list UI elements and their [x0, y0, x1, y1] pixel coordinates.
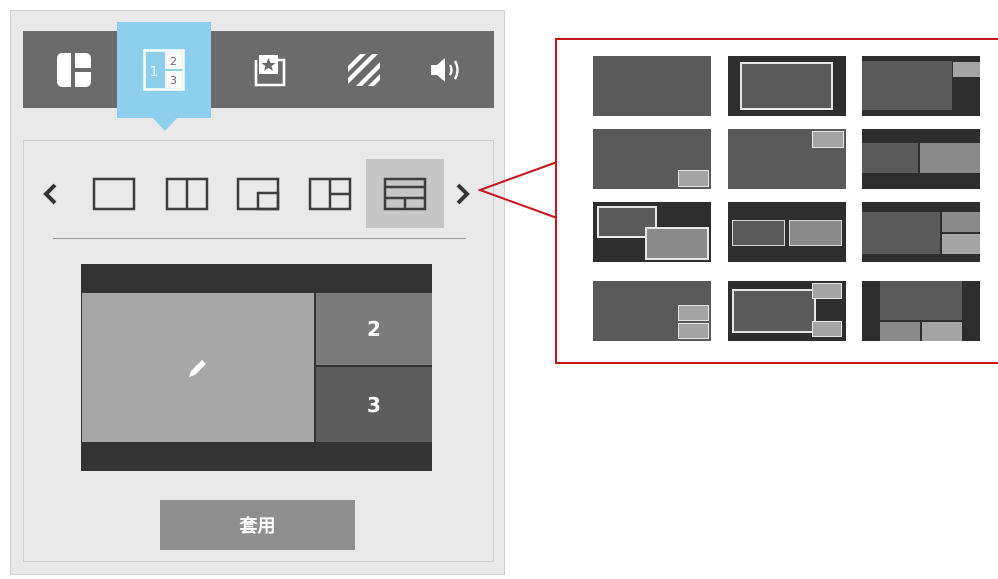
- layout-option-one-plus-two[interactable]: [308, 175, 352, 213]
- layout-single-icon: [92, 177, 136, 211]
- tab-pointer-caret: [152, 117, 178, 131]
- layout-option-picture-in-picture[interactable]: [236, 175, 280, 213]
- tab-layout-grid[interactable]: [36, 31, 112, 108]
- preview-cell-2[interactable]: 2: [316, 293, 432, 365]
- layout-template-thumb[interactable]: [728, 281, 846, 341]
- svg-text:3: 3: [170, 74, 177, 87]
- layout-banded-icon: [383, 177, 427, 211]
- layout-template-thumb[interactable]: [728, 129, 846, 189]
- sticker-star-icon: [254, 54, 286, 86]
- stripes-icon: [348, 53, 380, 86]
- tab-audio[interactable]: [410, 31, 486, 108]
- layout-template-thumb[interactable]: [593, 202, 711, 262]
- cell-2-label: 2: [367, 317, 381, 341]
- preview-cell-main[interactable]: [82, 293, 314, 442]
- layout-template-thumb[interactable]: [728, 56, 846, 116]
- speaker-icon: [431, 57, 459, 82]
- tab-sticker[interactable]: [232, 31, 308, 108]
- layout-pip-icon: [236, 177, 280, 211]
- divider: [53, 238, 466, 239]
- svg-text:1: 1: [150, 65, 158, 80]
- layout-option-split-vertical[interactable]: [165, 175, 209, 213]
- layout-template-thumb[interactable]: [728, 202, 846, 262]
- preview-cell-3[interactable]: 3: [316, 367, 432, 442]
- callout-pointer: [478, 161, 558, 219]
- cell-3-label: 3: [367, 392, 381, 417]
- chevron-left-icon: [43, 183, 57, 205]
- svg-text:2: 2: [170, 55, 177, 68]
- layout-one-plus-two-icon: [308, 177, 352, 211]
- chevron-right-icon: [456, 183, 470, 205]
- layout-template-thumb[interactable]: [862, 56, 980, 116]
- layout-template-thumb[interactable]: [593, 56, 711, 116]
- layout-template-thumb[interactable]: [862, 129, 980, 189]
- split-screen-icon: 1 2 3: [143, 48, 185, 91]
- layout-next-button[interactable]: [449, 172, 477, 216]
- layout-grid-icon: [57, 50, 93, 89]
- layout-option-single[interactable]: [92, 175, 136, 213]
- layout-prev-button[interactable]: [36, 172, 64, 216]
- layout-template-thumb[interactable]: [593, 129, 711, 189]
- layout-template-thumb[interactable]: [593, 281, 711, 341]
- layout-template-thumb[interactable]: [862, 202, 980, 262]
- pencil-icon: [189, 359, 206, 377]
- tab-background[interactable]: [326, 31, 402, 108]
- layout-template-thumb[interactable]: [862, 281, 980, 341]
- layout-split-vertical-icon: [165, 177, 209, 211]
- tab-split-screen[interactable]: 1 2 3: [117, 31, 211, 108]
- layout-option-banded-one-plus-two[interactable]: [383, 175, 427, 213]
- apply-button[interactable]: 套用: [160, 500, 355, 550]
